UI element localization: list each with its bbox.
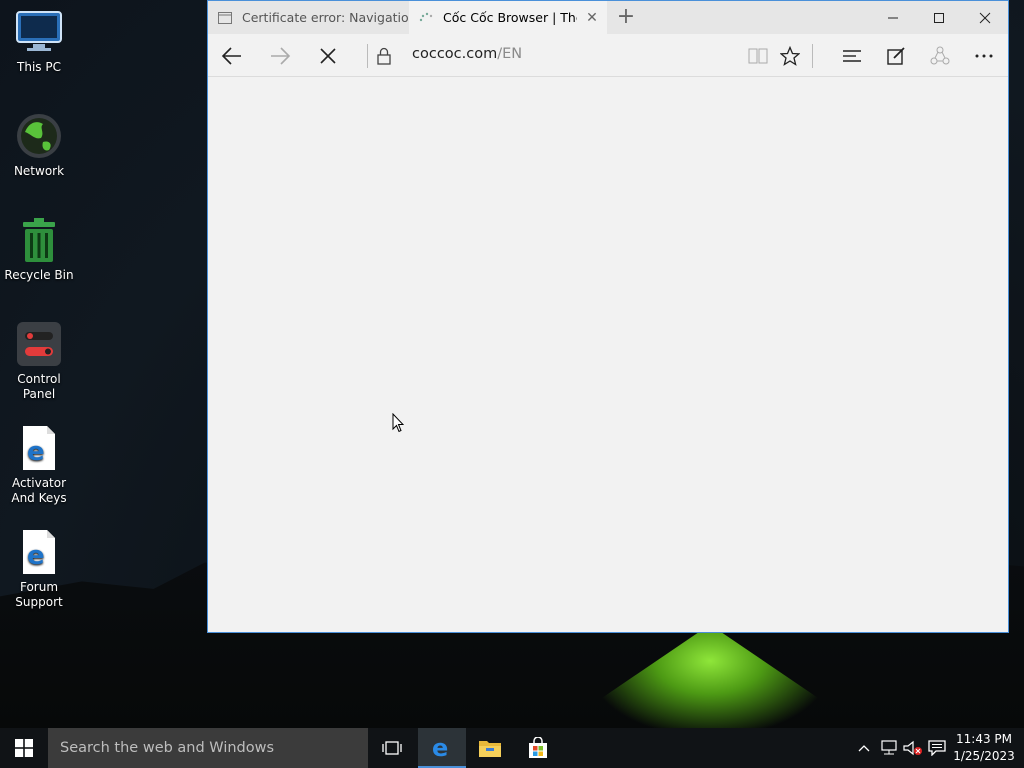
action-center-button[interactable] — [926, 728, 948, 768]
more-button[interactable] — [964, 34, 1004, 77]
monitor-icon — [15, 8, 63, 56]
stop-button[interactable] — [308, 34, 348, 77]
tab-title: Cốc Cốc Browser | The web browser — [443, 10, 577, 25]
more-icon — [975, 54, 993, 57]
show-hidden-icons-button[interactable] — [854, 728, 874, 768]
notification-icon — [928, 740, 946, 756]
desktop-icon-label: Activator And Keys — [11, 476, 67, 505]
maximize-icon — [934, 12, 944, 23]
share-button[interactable] — [920, 34, 960, 77]
desktop-icon-this-pc[interactable]: This PC — [0, 8, 78, 75]
start-button[interactable] — [0, 728, 48, 768]
star-icon — [780, 45, 800, 66]
back-button[interactable] — [212, 34, 252, 77]
back-arrow-icon — [221, 46, 241, 65]
task-view-button[interactable] — [370, 728, 414, 768]
desktop-icon-forum-support[interactable]: e Forum Support — [0, 528, 78, 610]
page-icon — [218, 11, 232, 24]
svg-text:e: e — [27, 437, 45, 467]
network-tray-icon — [881, 740, 897, 755]
taskbar: Search the web and Windows e 11:43 PM 1/… — [0, 728, 1024, 768]
new-tab-button[interactable]: + — [614, 4, 638, 29]
desktop-icon-label: Network — [13, 164, 65, 178]
loading-icon — [419, 12, 433, 21]
mouse-cursor-icon — [392, 413, 404, 433]
address-bar[interactable]: coccoc.com/EN — [412, 46, 522, 62]
divider — [812, 44, 813, 68]
search-placeholder: Search the web and Windows — [60, 740, 275, 756]
close-icon — [979, 12, 991, 23]
browser-window: Certificate error: Navigation blocked Cố… — [207, 0, 1009, 633]
recycle-bin-icon — [15, 216, 63, 264]
minimize-button[interactable] — [870, 1, 916, 34]
edge-icon: e — [432, 735, 448, 759]
desktop-icon-recycle-bin[interactable]: Recycle Bin — [0, 216, 78, 283]
tab-certificate-error[interactable]: Certificate error: Navigation blocked — [208, 1, 408, 34]
taskbar-edge-button[interactable]: e — [418, 728, 466, 768]
desktop-icon-label: Recycle Bin — [4, 268, 74, 282]
close-tab-icon[interactable]: ✕ — [577, 10, 607, 26]
folder-icon — [479, 741, 501, 757]
web-note-button[interactable] — [876, 34, 916, 77]
clock-date: 1/25/2023 — [953, 749, 1015, 763]
navigation-bar: coccoc.com/EN — [208, 34, 1008, 77]
minimize-icon — [888, 17, 898, 18]
hub-button[interactable] — [832, 34, 872, 77]
pen-icon — [887, 46, 905, 65]
lock-icon[interactable] — [364, 34, 404, 77]
close-window-button[interactable] — [962, 1, 1008, 34]
volume-tray-button[interactable] — [902, 728, 924, 768]
taskbar-search-box[interactable]: Search the web and Windows — [48, 728, 368, 768]
svg-text:e: e — [432, 735, 448, 759]
desktop-icon-control-panel[interactable]: Control Panel — [0, 320, 78, 402]
desktop-icon-network[interactable]: Network — [0, 112, 78, 179]
desktop-icon-label: This PC — [17, 60, 61, 74]
store-icon — [529, 737, 547, 758]
network-tray-button[interactable] — [878, 728, 900, 768]
tab-coccoc[interactable]: Cốc Cốc Browser | The web browser ✕ — [409, 1, 607, 34]
forward-arrow-icon — [271, 46, 291, 65]
svg-text:e: e — [27, 541, 45, 571]
volume-muted-icon — [903, 740, 922, 756]
desktop-icon-activator-keys[interactable]: e Activator And Keys — [0, 424, 78, 506]
task-view-icon — [382, 741, 402, 755]
hub-icon — [843, 49, 861, 62]
taskbar-clock[interactable]: 11:43 PM 1/25/2023 — [952, 731, 1016, 765]
edge-file-icon: e — [15, 528, 63, 576]
maximize-button[interactable] — [916, 1, 962, 34]
desktop-icon-label: Forum Support — [15, 580, 63, 609]
taskbar-file-explorer-button[interactable] — [468, 728, 512, 768]
address-host: coccoc.com — [412, 46, 498, 62]
desktop-icon-label: Control Panel — [17, 372, 61, 401]
page-content — [208, 78, 1008, 632]
control-panel-icon — [15, 320, 63, 368]
lock-icon-svg — [377, 47, 391, 65]
chevron-up-icon — [858, 745, 870, 752]
tab-bar: Certificate error: Navigation blocked Cố… — [208, 1, 1008, 34]
book-icon — [748, 48, 768, 63]
stop-icon — [320, 47, 336, 64]
clock-time: 11:43 PM — [956, 732, 1012, 746]
globe-icon — [15, 112, 63, 160]
tab-title: Certificate error: Navigation blocked — [242, 10, 408, 25]
taskbar-store-button[interactable] — [516, 728, 560, 768]
edge-file-icon: e — [15, 424, 63, 472]
windows-logo-icon — [15, 739, 33, 757]
forward-button[interactable] — [260, 34, 300, 77]
share-icon — [930, 46, 950, 64]
address-path: /EN — [497, 46, 523, 62]
favorite-button[interactable] — [770, 34, 810, 77]
